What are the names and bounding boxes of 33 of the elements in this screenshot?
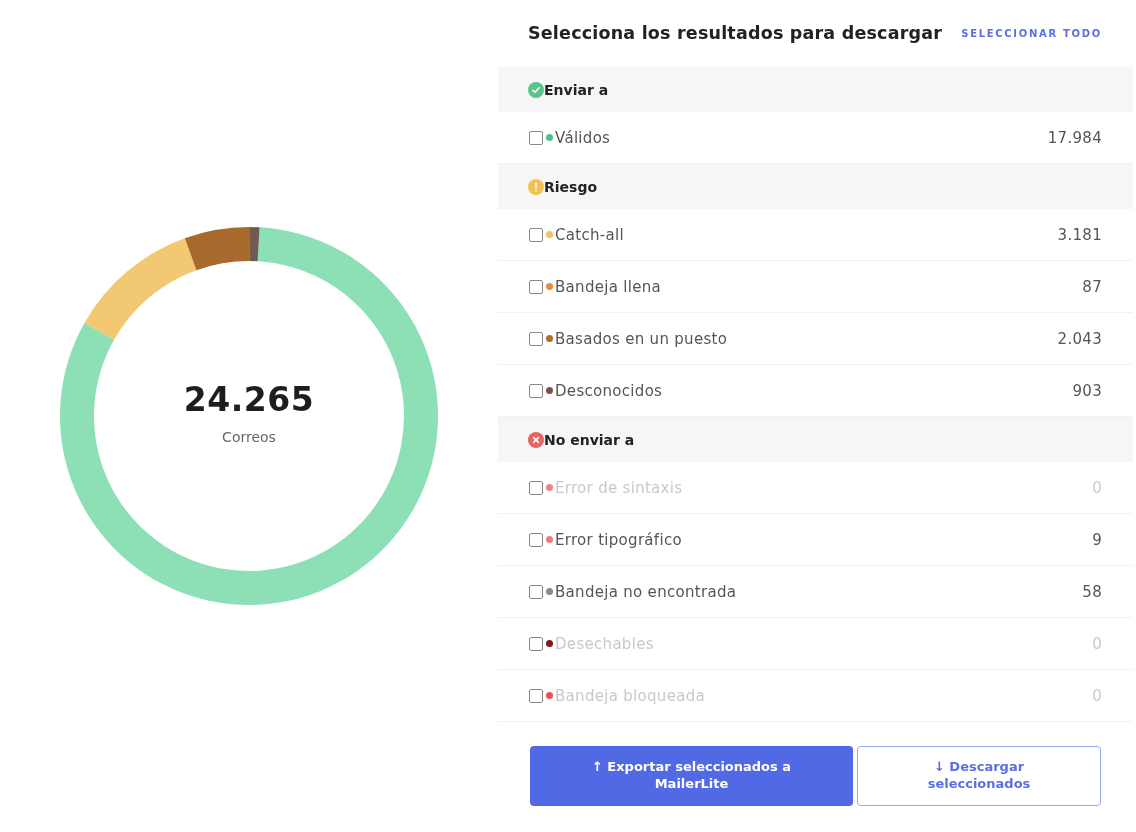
result-label: Válidos xyxy=(555,128,612,147)
result-label: Catch-all xyxy=(555,225,625,244)
section-title: Enviar a xyxy=(544,81,609,98)
result-count: 903 xyxy=(1072,381,1102,400)
checkbox[interactable] xyxy=(529,383,543,398)
total-count: 24.265 xyxy=(183,379,315,419)
result-count: 87 xyxy=(1082,277,1102,296)
checkbox[interactable] xyxy=(529,532,543,547)
checkbox[interactable] xyxy=(529,279,543,294)
checkbox[interactable] xyxy=(529,130,543,145)
checkbox[interactable] xyxy=(529,227,543,242)
section-title: No enviar a xyxy=(544,431,635,448)
result-count: 9 xyxy=(1092,530,1102,549)
result-count: 2.043 xyxy=(1057,329,1102,348)
checkbox[interactable] xyxy=(529,331,543,346)
result-label: Bandeja llena xyxy=(555,277,663,296)
result-label: Desconocidos xyxy=(555,381,664,400)
result-count: 3.181 xyxy=(1057,225,1102,244)
result-label: Error tipográfico xyxy=(555,530,683,549)
x-circle-icon xyxy=(528,431,544,448)
check-circle-icon xyxy=(528,81,544,98)
download-button[interactable]: ↓ Descargar seleccionados xyxy=(857,746,1101,806)
result-count: 58 xyxy=(1082,582,1102,601)
total-label: Correos xyxy=(222,428,276,445)
select-all-link[interactable]: SELECCIONAR TODO xyxy=(961,27,1102,39)
result-label: Bandeja no encontrada xyxy=(555,582,738,601)
export-button[interactable]: ↑ Exportar seleccionados a MailerLite xyxy=(530,746,853,806)
result-count: 17.984 xyxy=(1047,128,1102,147)
exclamation-circle-icon xyxy=(528,178,544,195)
result-label: Basados en un puesto xyxy=(555,329,729,348)
panel-title: Selecciona los resultados para descargar xyxy=(528,23,943,43)
section-title: Riesgo xyxy=(544,178,598,195)
checkbox[interactable] xyxy=(529,584,543,599)
